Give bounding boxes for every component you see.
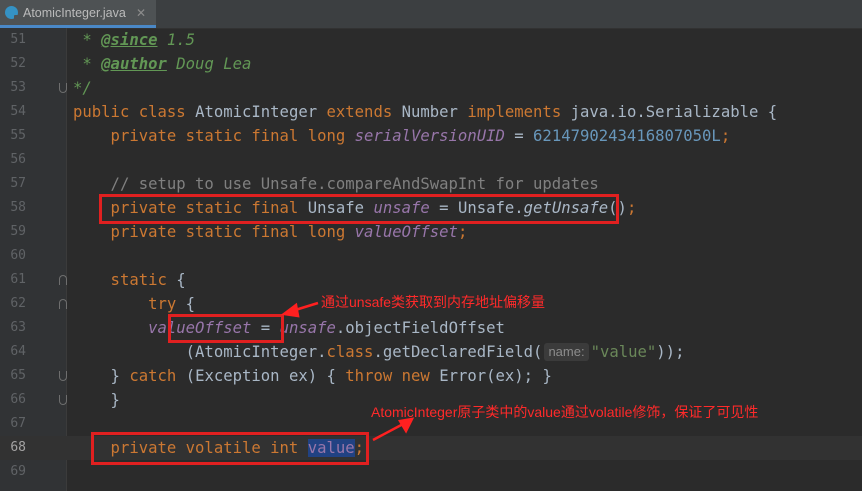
code-text: */ (73, 79, 92, 97)
code-text: (AtomicInteger.class.getDeclaredField(na… (73, 343, 685, 361)
line-number: 51 (10, 32, 26, 47)
tab-filename: AtomicInteger.java (23, 5, 126, 20)
editor-tab-bar: AtomicInteger.java ✕ (0, 0, 862, 29)
code-text: valueOffset = unsafe.objectFieldOffset (148, 319, 505, 337)
code-text: * @since 1.5 (73, 31, 196, 49)
code-line: 63 valueOffset = unsafe.objectFieldOffse… (0, 316, 862, 340)
code-line: 64 (AtomicInteger.class.getDeclaredField… (0, 340, 862, 364)
line-number: 67 (10, 416, 26, 431)
line-number: 55 (10, 128, 26, 143)
code-line: 52 * @author Doug Lea (0, 52, 862, 76)
fold-end-icon[interactable] (59, 371, 67, 381)
line-number: 52 (10, 56, 26, 71)
tab-atomicinteger-java[interactable]: AtomicInteger.java ✕ (0, 0, 156, 28)
line-number: 59 (10, 224, 26, 239)
code-comment: // setup to use Unsafe.compareAndSwapInt… (73, 175, 599, 193)
code-text: private static final long serialVersionU… (73, 127, 731, 145)
code-line: 65 } catch (Exception ex) { throw new Er… (0, 364, 862, 388)
line-number: 60 (10, 248, 26, 263)
parameter-hint: name: (544, 343, 589, 361)
line-number: 54 (10, 104, 26, 119)
close-icon[interactable]: ✕ (136, 6, 146, 20)
line-number: 69 (10, 464, 26, 479)
code-line: 53 */ (0, 76, 862, 100)
line-number: 62 (10, 296, 26, 311)
line-number: 63 (10, 320, 26, 335)
valueoffset-highlight-box (168, 314, 284, 343)
unsafe-highlight-box (99, 194, 619, 224)
code-line: 57 // setup to use Unsafe.compareAndSwap… (0, 172, 862, 196)
code-text: try { (73, 295, 196, 313)
fold-start-icon[interactable] (59, 299, 67, 309)
code-line: 54 public class AtomicInteger extends Nu… (0, 100, 862, 124)
code-text: * @author Doug Lea (73, 55, 252, 73)
fold-end-icon[interactable] (59, 83, 67, 93)
code-line: 56 (0, 148, 862, 172)
fold-end-icon[interactable] (59, 395, 67, 405)
line-number: 61 (10, 272, 26, 287)
line-number: 57 (10, 176, 26, 191)
code-line: 60 (0, 244, 862, 268)
volatile-value-annotation: AtomicInteger原子类中的value通过volatile修饰，保证了可… (371, 404, 759, 420)
code-text: static { (73, 271, 186, 289)
line-number: 58 (10, 200, 26, 215)
java-class-icon (5, 6, 20, 21)
code-text: } catch (Exception ex) { throw new Error… (73, 367, 552, 385)
line-number: 68 (10, 440, 26, 455)
line-number: 66 (10, 392, 26, 407)
line-number: 65 (10, 368, 26, 383)
line-number: 53 (10, 80, 26, 95)
value-field-highlight-box (91, 432, 369, 465)
code-text: public class AtomicInteger extends Numbe… (73, 103, 778, 121)
code-text: } (73, 391, 120, 409)
line-number: 56 (10, 152, 26, 167)
line-number: 64 (10, 344, 26, 359)
code-line: 55 private static final long serialVersi… (0, 124, 862, 148)
code-line: 51 * @since 1.5 (0, 28, 862, 52)
unsafe-offset-annotation: 通过unsafe类获取到内存地址偏移量 (321, 294, 546, 310)
code-line: 61 static { (0, 268, 862, 292)
fold-start-icon[interactable] (59, 275, 67, 285)
